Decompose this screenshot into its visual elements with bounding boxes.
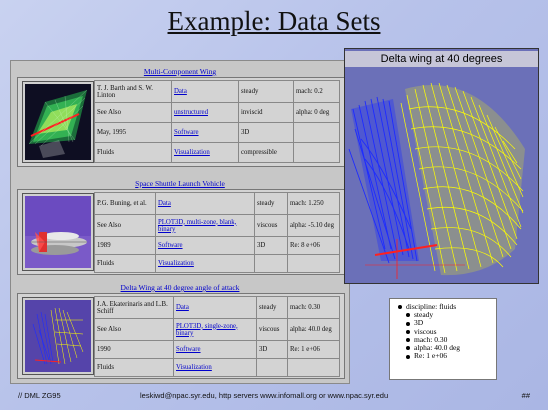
bullet-icon — [398, 305, 402, 310]
attribute-dimension: 3D — [398, 319, 496, 327]
entry-1-data-link[interactable]: Data — [171, 80, 239, 103]
entry-3-viscosity: viscous — [256, 318, 288, 341]
entry-2-data-link[interactable]: Data — [155, 192, 255, 215]
entry-2-flow: steady — [254, 192, 288, 215]
entry-2-mach: mach: 1.250 — [287, 192, 340, 215]
bullet-icon — [406, 346, 410, 351]
entry-3-see-also: See Also — [94, 318, 174, 341]
entry-3-mach: mach: 0.30 — [287, 296, 340, 319]
entry-1-authors: T. J. Barth and S. W. Linton — [94, 80, 172, 103]
entry-3-meta-table: J.A. Ekaterinaris and L.B. Schiff Data s… — [94, 296, 340, 377]
entry-2-meta-table: P.G. Buning, et al. Data steady mach: 1.… — [94, 192, 340, 273]
attribute-flow: steady — [398, 311, 496, 319]
entry-2-viscosity: viscous — [254, 214, 288, 237]
entry-2-reynolds: Re: 8 e+06 — [287, 236, 340, 255]
entry-1: T. J. Barth and S. W. Linton Data steady… — [17, 77, 345, 167]
entry-3-data-link[interactable]: Data — [173, 296, 257, 319]
entry-1-software-link[interactable]: Software — [171, 122, 239, 143]
entry-1-meta-table: T. J. Barth and S. W. Linton Data steady… — [94, 80, 340, 163]
footer-left: // DML ZG95 — [18, 391, 61, 400]
entry-1-alpha: alpha: 0 deg — [293, 102, 340, 123]
entry-2: P.G. Buning, et al. Data steady mach: 1.… — [17, 189, 345, 275]
entry-3-software-link[interactable]: Software — [173, 340, 257, 359]
entry-3-visualization-link[interactable]: Visualization — [173, 358, 257, 377]
footer-page-number: ## — [521, 391, 530, 400]
entry-2-alpha: alpha: -5.10 deg — [287, 214, 340, 237]
entry-3-reynolds: Re: 1 e+06 — [287, 340, 340, 359]
entry-1-mach: mach: 0.2 — [293, 80, 340, 103]
slide-title: Example: Data Sets — [167, 6, 381, 36]
entry-1-flow: steady — [238, 80, 294, 103]
entry-2-date: 1989 — [94, 236, 156, 255]
entry-2-see-also: See Also — [94, 214, 156, 237]
entry-3-flow: steady — [256, 296, 288, 319]
entry-1-viscosity: inviscid — [238, 102, 294, 123]
entry-3-authors: J.A. Ekaterinaris and L.B. Schiff — [94, 296, 174, 319]
entry-3-thumbnail[interactable] — [22, 297, 94, 375]
entry-3-discipline: Fluids — [94, 358, 174, 377]
attribute-reynolds: Re: 1 e+06 — [398, 352, 496, 360]
entry-3: J.A. Ekaterinaris and L.B. Schiff Data s… — [17, 293, 345, 379]
attribute-list-box: discipline: fluids steady 3D viscous mac… — [389, 298, 497, 380]
entry-2-thumbnail[interactable] — [22, 193, 94, 271]
entry-3-title-link[interactable]: Delta Wing at 40 degree angle of attack — [11, 283, 349, 292]
entry-1-see-also: See Also — [94, 102, 172, 123]
entry-1-discipline: Fluids — [94, 142, 172, 163]
bullet-icon — [406, 329, 410, 334]
entry-2-authors: P.G. Buning, et al. — [94, 192, 156, 215]
entry-1-thumbnail[interactable] — [22, 81, 94, 163]
entry-2-title-link[interactable]: Space Shuttle Launch Vehicle — [11, 179, 349, 188]
wing-mesh-image — [28, 89, 88, 158]
entry-1-compressibility: compressible — [238, 142, 294, 163]
entry-2-format-link[interactable]: PLOT3D, multi-zone, blank, binary — [155, 214, 255, 237]
entry-1-dimension: 3D — [238, 122, 294, 143]
entry-1-visualization-link[interactable]: Visualization — [171, 142, 239, 163]
delta-wing-visualization — [345, 67, 538, 283]
entry-3-date: 1990 — [94, 340, 174, 359]
entry-1-title-link[interactable]: Multi-Component Wing — [11, 67, 349, 76]
bullet-icon — [406, 354, 410, 359]
delta-wing-thumb-image — [25, 300, 91, 372]
entry-1-date: May, 1995 — [94, 122, 172, 143]
entry-2-dimension: 3D — [254, 236, 288, 255]
attribute-discipline: discipline: fluids — [398, 302, 496, 311]
bullet-icon — [406, 338, 410, 343]
entry-3-alpha: alpha: 40.0 deg — [287, 318, 340, 341]
entry-2-discipline: Fluids — [94, 254, 156, 273]
entry-3-format-link[interactable]: PLOT3D, single-zone, binary — [173, 318, 257, 341]
entry-3-dimension: 3D — [256, 340, 288, 359]
bullet-icon — [406, 321, 410, 326]
entry-2-software-link[interactable]: Software — [155, 236, 255, 255]
entry-1-format-link[interactable]: unstructured — [171, 102, 239, 123]
entry-2-visualization-link[interactable]: Visualization — [155, 254, 255, 273]
shuttle-image — [25, 196, 91, 268]
attribute-alpha: alpha: 40.0 deg — [398, 343, 496, 352]
dataset-catalog-panel: Multi-Component Wing T. J. Barth and S. … — [10, 60, 350, 384]
footer-contact: leskiwd@npac.syr.edu, http servers www.i… — [140, 391, 389, 400]
delta-wing-render-window: Delta wing at 40 degrees — [344, 48, 539, 284]
bullet-icon — [406, 313, 410, 318]
